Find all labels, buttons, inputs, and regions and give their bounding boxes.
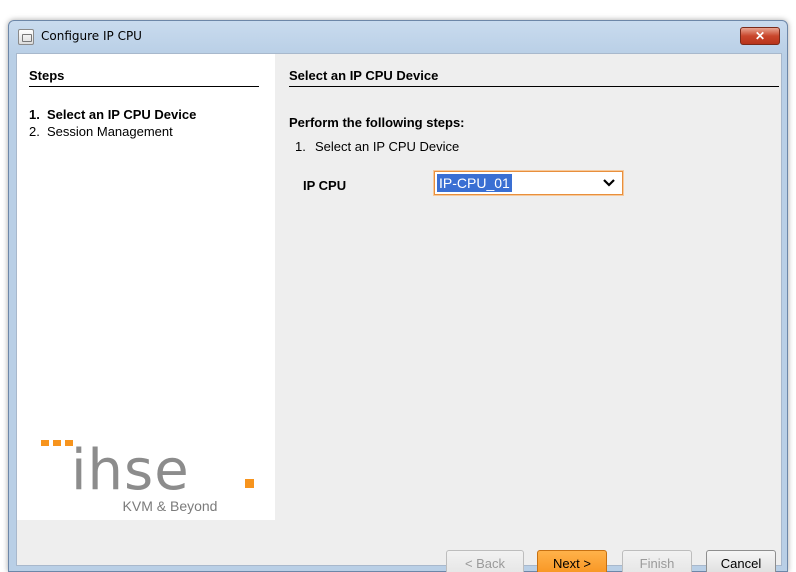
cancel-button[interactable]: Cancel bbox=[706, 550, 776, 572]
back-button[interactable]: < Back bbox=[446, 550, 524, 572]
step-label: Session Management bbox=[47, 124, 173, 139]
ip-cpu-select[interactable]: IP-CPU_01 bbox=[433, 170, 624, 196]
window-title: Configure IP CPU bbox=[41, 29, 142, 43]
logo-brand-text: ihse bbox=[71, 438, 190, 503]
instruction-text: Perform the following steps: bbox=[289, 115, 465, 130]
step-number: 1. bbox=[29, 107, 40, 122]
ihse-logo: ihse KVM & Beyond bbox=[17, 434, 275, 519]
step-session-management: 2. Session Management bbox=[29, 124, 173, 139]
substep-item: 1. Select an IP CPU Device bbox=[295, 139, 459, 154]
dialog-content: Steps 1. Select an IP CPU Device 2. Sessio… bbox=[16, 53, 782, 572]
finish-button[interactable]: Finish bbox=[622, 550, 692, 572]
page-title: Select an IP CPU Device bbox=[289, 68, 779, 87]
substep-label: Select an IP CPU Device bbox=[315, 139, 460, 154]
chevron-down-icon[interactable] bbox=[602, 176, 616, 190]
substep-number: 1. bbox=[295, 139, 306, 154]
close-button[interactable]: ✕ bbox=[740, 27, 780, 45]
ip-cpu-selected-value: IP-CPU_01 bbox=[437, 174, 512, 192]
ip-cpu-label: IP CPU bbox=[303, 178, 347, 193]
step-label: Select an IP CPU Device bbox=[47, 107, 197, 122]
dialog-window: Configure IP CPU ✕ Steps 1. Select an IP … bbox=[8, 20, 788, 572]
steps-header: Steps bbox=[29, 68, 259, 87]
steps-panel: Steps 1. Select an IP CPU Device 2. Sessio… bbox=[17, 54, 275, 520]
app-icon bbox=[18, 29, 34, 45]
title-bar[interactable]: Configure IP CPU ✕ bbox=[9, 21, 787, 53]
logo-tagline: KVM & Beyond bbox=[123, 498, 218, 514]
step-number: 2. bbox=[29, 124, 40, 139]
next-button[interactable]: Next > bbox=[537, 550, 607, 572]
step-select-ip-cpu: 1. Select an IP CPU Device bbox=[29, 107, 196, 122]
ihse-logo-graphic: ihse KVM & Beyond bbox=[41, 438, 254, 514]
